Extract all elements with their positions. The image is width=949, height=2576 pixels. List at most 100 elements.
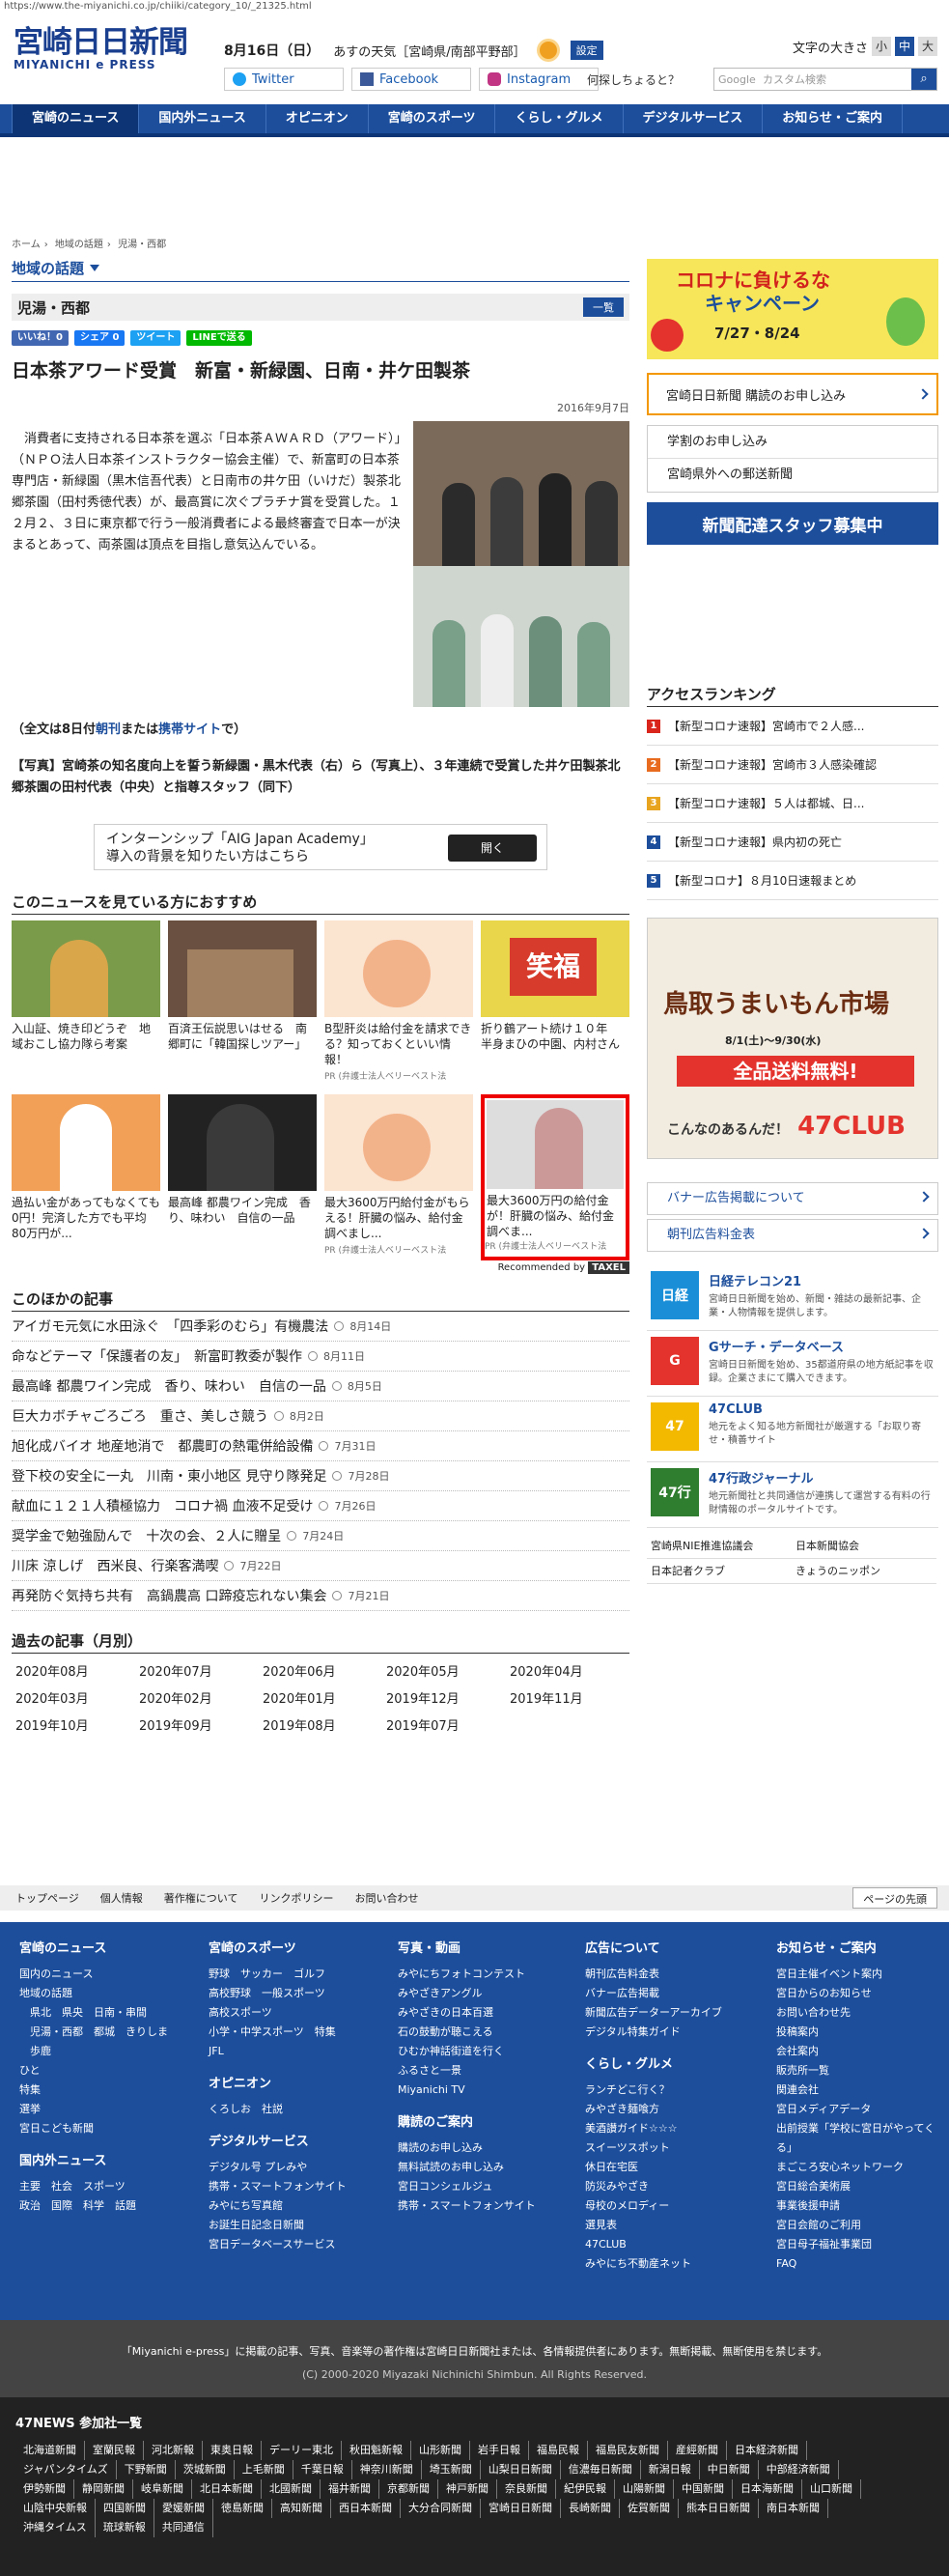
service-name[interactable]: 47CLUB [709,1402,935,1417]
month-link[interactable]: 2019年08月 [259,1713,382,1741]
mini-link[interactable]: きょうのニッポン [792,1559,936,1584]
recommend-item[interactable]: 最大3600万円給付金がもらえる！肝臓の悩み、給付金調べまし... PR (弁護士… [324,1094,473,1260]
subscribe-link[interactable]: 宮崎日日新聞 購読のお申し込み [647,373,938,415]
footer-link[interactable]: 政治 国際 科学 話題 [19,2196,168,2216]
month-link[interactable]: 2020年05月 [382,1659,506,1686]
footer-heading[interactable]: 写真・動画 [398,1939,536,1959]
footer-link[interactable]: 母校のメロディー [585,2196,722,2216]
member-paper-link[interactable]: 宮崎日日新聞 [481,2499,561,2518]
footer-link[interactable]: 宮日メディアデータ [776,2100,949,2119]
settings-button[interactable]: 設定 [570,41,603,60]
member-paper-link[interactable]: 愛媛新聞 [154,2499,213,2518]
fb-share-button[interactable]: シェア 0 [73,330,126,346]
member-paper-link[interactable]: 岩手日報 [470,2441,529,2460]
footer-link[interactable]: お誕生日記念日新聞 [209,2216,347,2235]
member-paper-link[interactable]: 日本経済新聞 [727,2441,807,2460]
footer-link[interactable]: 携帯・スマートフォンサイト [209,2177,347,2196]
site-logo[interactable]: 宮崎日日新聞 MIYANICHI e PRESS [14,25,197,71]
member-paper-link[interactable]: 山口新聞 [802,2479,861,2499]
footer-link[interactable]: 携帯・スマートフォンサイト [398,2196,536,2216]
crumb-local[interactable]: 地域の話題 [55,240,103,250]
month-link[interactable]: 2020年03月 [12,1686,135,1713]
ranking-title-text[interactable]: 【新型コロナ速報】宮崎市３人感染確認 [668,756,877,773]
student-discount-link[interactable]: 学割のお申し込み [648,426,937,459]
footer-heading[interactable]: くらし・グルメ [585,2055,722,2075]
other-article-title[interactable]: 川床 涼しげ 西米良、行楽客満喫 [12,1556,218,1575]
footer-link[interactable]: みやざき麺喰方 [585,2100,722,2119]
ranking-title-text[interactable]: 【新型コロナ速報】県内初の死亡 [668,834,842,850]
footer-link[interactable]: 無料試読のお申し込み [398,2158,536,2177]
member-paper-link[interactable]: 北日本新聞 [192,2479,262,2499]
member-paper-link[interactable]: 琉球新報 [96,2518,154,2537]
recommend-item[interactable]: 過払い金があってもなくても0円！完済した方でも平均80万円が... [12,1094,160,1260]
instagram-button[interactable]: Instagram [479,68,599,91]
other-article-title[interactable]: 奨学金で勉強励んで 十次の会、２人に贈呈 [12,1526,281,1545]
other-article-title[interactable]: 最高峰 都農ワイン完成 香り、味わい 自信の一品 [12,1376,326,1396]
member-paper-link[interactable]: 室蘭民報 [85,2441,144,2460]
member-paper-link[interactable]: 神奈川新聞 [352,2460,422,2479]
other-article-title[interactable]: 再発防ぐ気持ち共有 高鍋農高 口蹄疫忘れない集会 [12,1586,326,1605]
member-paper-link[interactable]: 北海道新聞 [15,2441,85,2460]
footer-link[interactable]: デジタル特集ガイド [585,2023,722,2042]
footer-link[interactable]: みやざきの日本百選 [398,2003,536,2023]
ranking-title-text[interactable]: 【新型コロナ】８月10日速報まとめ [668,872,856,889]
member-paper-link[interactable]: 南日本新聞 [759,2499,828,2518]
search-icon[interactable]: ⌕ [911,69,936,90]
member-paper-link[interactable]: 神戸新聞 [438,2479,497,2499]
member-paper-link[interactable]: 中日新聞 [700,2460,759,2479]
month-link[interactable]: 2020年08月 [12,1659,135,1686]
footer-link[interactable]: 歩鹿 [19,2042,168,2061]
tweet-button[interactable]: ツイート [130,330,181,346]
nav-world-news[interactable]: 国内外ニュース [139,104,266,133]
other-article-row[interactable]: 最高峰 都農ワイン完成 香り、味わい 自信の一品 8月5日 [12,1372,629,1401]
footer-heading[interactable]: 広告について [585,1939,722,1959]
member-paper-link[interactable]: 共同通信 [154,2518,213,2537]
member-paper-link[interactable]: 山形新聞 [411,2441,470,2460]
member-paper-link[interactable]: 四国新聞 [96,2499,154,2518]
member-paper-link[interactable]: 紀伊民報 [556,2479,615,2499]
nav-opinion[interactable]: オピニオン [266,104,369,133]
footer-link[interactable]: 美酒讃ガイド☆☆☆ [585,2119,722,2138]
other-article-row[interactable]: 献血に１２１人積極協力 コロナ禍 血液不足受け 7月26日 [12,1491,629,1521]
morning-edition-link[interactable]: 朝刊 [96,722,121,737]
member-paper-link[interactable]: 西日本新聞 [331,2499,401,2518]
month-link[interactable]: 2020年07月 [135,1659,259,1686]
month-link[interactable]: 2020年02月 [135,1686,259,1713]
footer-link[interactable]: 宮日会館のご利用 [776,2216,949,2235]
like-button[interactable]: いいね！0 [12,330,69,346]
member-paper-link[interactable]: 大分合同新聞 [401,2499,481,2518]
twitter-button[interactable]: Twitter [224,68,344,91]
mini-link[interactable]: 日本新聞協会 [792,1534,936,1559]
month-link[interactable]: 2020年01月 [259,1686,382,1713]
service-item[interactable]: 47 47CLUB 地元をよく知る地方新聞社が厳選する「お取り寄せ・積善サイト [647,1397,938,1462]
other-article-title[interactable]: アイガモ元気に水田泳ぐ 「四季彩のむら」有機農法 [12,1316,328,1336]
member-paper-link[interactable]: 福島民友新聞 [588,2441,668,2460]
footer-link[interactable]: 個人情報 [100,1890,143,1906]
other-article-title[interactable]: 登下校の安全に一丸 川南・東小地区 見守り隊発足 [12,1466,326,1486]
nav-digital[interactable]: デジタルサービス [624,104,764,133]
footer-link[interactable]: 販売所一覧 [776,2061,949,2081]
recommend-item[interactable]: 笑福 折り鶴アート続け１０年 半身まひの中園、内村さん [481,920,629,1087]
member-paper-link[interactable]: デーリー東北 [262,2441,342,2460]
footer-link[interactable]: 出前授業「学校に宮日がやってくる」 [776,2119,949,2158]
footer-link[interactable]: 宮日コンシェルジュ [398,2177,536,2196]
member-paper-link[interactable]: 信濃毎日新聞 [561,2460,641,2479]
nav-life-gourmet[interactable]: くらし・グルメ [495,104,624,133]
ad-rates-link[interactable]: 朝刊広告料金表 [647,1219,938,1252]
member-paper-link[interactable]: 千葉日報 [293,2460,352,2479]
footer-link[interactable]: 新聞広告データーアーカイブ [585,2003,722,2023]
footer-link[interactable]: 事業後援申請 [776,2196,949,2216]
ad-banner[interactable]: インターンシップ「AIG Japan Academy」 導入の背景を知りたい方は… [94,824,547,870]
footer-link[interactable]: Miyanichi TV [398,2081,536,2100]
mini-link[interactable]: 日本記者クラブ [647,1559,792,1584]
footer-link[interactable]: 選見表 [585,2216,722,2235]
member-paper-link[interactable]: 熊本日日新聞 [679,2499,759,2518]
member-paper-link[interactable]: 山陰中央新報 [15,2499,96,2518]
member-paper-link[interactable]: 福井新聞 [321,2479,379,2499]
footer-link[interactable]: JFL [209,2042,347,2061]
footer-link[interactable]: 野球 サッカー ゴルフ [209,1965,347,1984]
member-paper-link[interactable]: 日本海新聞 [733,2479,802,2499]
footer-link[interactable]: まごころ安心ネットワーク [776,2158,949,2177]
nav-info[interactable]: お知らせ・ご案内 [763,104,903,133]
member-paper-link[interactable]: 中部経済新聞 [759,2460,839,2479]
